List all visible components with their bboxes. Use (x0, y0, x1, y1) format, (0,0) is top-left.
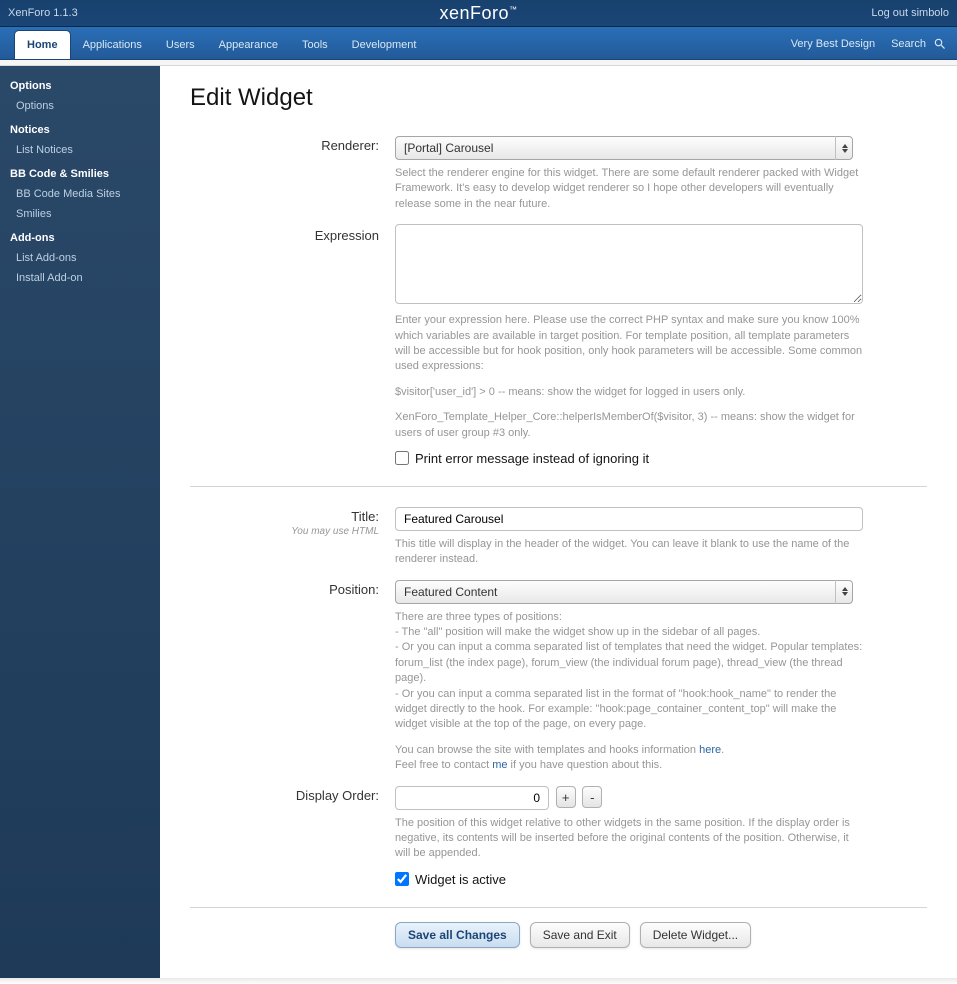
sidebar-group-bbcode: BB Code & Smilies (0, 160, 160, 184)
print-error-checkbox[interactable] (395, 451, 409, 465)
page-title: Edit Widget (190, 84, 927, 112)
divider (190, 486, 927, 487)
search-icon (933, 37, 947, 51)
display-order-plus-button[interactable]: + (556, 786, 576, 808)
bottom-fade (0, 978, 957, 984)
expression-desc-2: $visitor['user_id'] > 0 -- means: show t… (395, 385, 863, 400)
sidebar-item-smilies[interactable]: Smilies (0, 204, 160, 224)
here-link[interactable]: here (699, 744, 721, 756)
content-area: Edit Widget Renderer: [Portal] Carousel … (160, 66, 957, 978)
save-exit-button[interactable]: Save and Exit (530, 922, 630, 948)
expression-textarea[interactable] (395, 224, 863, 304)
title-label: Title: You may use HTML (190, 507, 395, 568)
sidebar-group-notices: Notices (0, 116, 160, 140)
expression-label: Expression (190, 224, 395, 466)
nav-design-link[interactable]: Very Best Design (791, 38, 875, 50)
sidebar-item-options[interactable]: Options (0, 96, 160, 116)
sidebar: Options Options Notices List Notices BB … (0, 66, 160, 978)
save-all-button[interactable]: Save all Changes (395, 922, 520, 948)
sidebar-item-install-addon[interactable]: Install Add-on (0, 268, 160, 288)
me-link[interactable]: me (492, 759, 507, 771)
nav-tab-tools[interactable]: Tools (290, 31, 340, 59)
sidebar-item-list-notices[interactable]: List Notices (0, 140, 160, 160)
divider (190, 907, 927, 908)
nav-tab-appearance[interactable]: Appearance (207, 31, 290, 59)
logout-link[interactable]: Log out simbolo (871, 7, 949, 19)
brand-version: XenForo 1.1.3 (8, 7, 78, 19)
expression-desc-1: Enter your expression here. Please use t… (395, 313, 863, 375)
position-label: Position: (190, 580, 395, 774)
nav-tab-home[interactable]: Home (14, 30, 71, 59)
print-error-label: Print error message instead of ignoring … (415, 451, 649, 466)
brand-logo: xenForo™ (439, 3, 517, 24)
sidebar-item-list-addons[interactable]: List Add-ons (0, 248, 160, 268)
main-nav: Home Applications Users Appearance Tools… (0, 27, 957, 60)
delete-widget-button[interactable]: Delete Widget... (640, 922, 751, 948)
expression-desc-3: XenForo_Template_Helper_Core::helperIsMe… (395, 410, 863, 441)
renderer-desc: Select the renderer engine for this widg… (395, 166, 863, 212)
sidebar-item-bbcode-media[interactable]: BB Code Media Sites (0, 184, 160, 204)
nav-search-link[interactable]: Search (891, 37, 947, 51)
display-order-desc: The position of this widget relative to … (395, 816, 863, 862)
position-select[interactable]: Featured Content (395, 580, 853, 604)
display-order-input[interactable] (395, 786, 549, 810)
nav-tab-users[interactable]: Users (154, 31, 207, 59)
sidebar-group-addons: Add-ons (0, 224, 160, 248)
nav-tab-applications[interactable]: Applications (71, 31, 154, 59)
display-order-minus-button[interactable]: - (582, 786, 602, 808)
renderer-label: Renderer: (190, 136, 395, 212)
top-bar: XenForo 1.1.3 xenForo™ Log out simbolo (0, 0, 957, 27)
widget-active-label: Widget is active (415, 872, 506, 887)
title-hint: You may use HTML (190, 526, 379, 537)
chevron-updown-icon (835, 136, 853, 160)
title-desc: This title will display in the header of… (395, 537, 863, 568)
position-desc: There are three types of positions: - Th… (395, 610, 863, 733)
title-input[interactable] (395, 507, 863, 531)
sidebar-group-options: Options (0, 72, 160, 96)
renderer-select[interactable]: [Portal] Carousel (395, 136, 853, 160)
position-desc-links: You can browse the site with templates a… (395, 743, 863, 774)
chevron-updown-icon (835, 580, 853, 604)
widget-active-checkbox[interactable] (395, 872, 409, 886)
display-order-label: Display Order: (190, 786, 395, 887)
nav-tab-development[interactable]: Development (340, 31, 429, 59)
